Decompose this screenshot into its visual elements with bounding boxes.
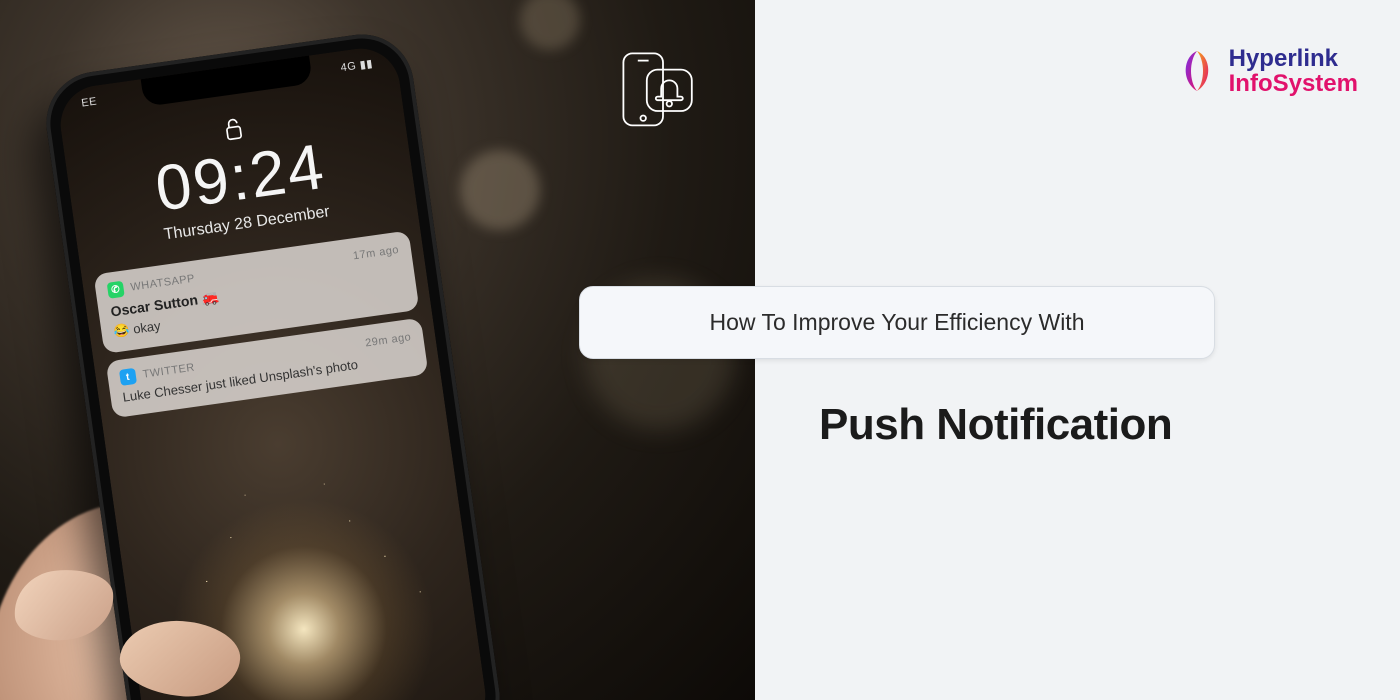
twitter-icon: t	[119, 368, 137, 386]
notification-time: 17m ago	[352, 244, 400, 262]
push-notification-icon	[609, 48, 699, 138]
brand-logo: Hyperlink InfoSystem	[1173, 46, 1358, 96]
phone-screen: EE 4G ▮▮ 09:24 Thursday 28 December ✆ WH…	[56, 44, 491, 700]
content-panel: Hyperlink InfoSystem How To Improve Your…	[755, 0, 1400, 700]
carrier-label: EE	[81, 96, 98, 111]
notification-app-name: TWITTER	[142, 362, 196, 381]
whatsapp-icon: ✆	[107, 281, 125, 299]
bokeh-light	[520, 0, 580, 50]
notification-list: ✆ WHATSAPP 17m ago Oscar Sutton 🚒 😂 okay…	[82, 229, 441, 420]
signal-label: 4G ▮▮	[340, 57, 374, 74]
logo-text-line1: Hyperlink	[1229, 46, 1358, 71]
headline: Push Notification	[819, 400, 1172, 450]
logo-mark-icon	[1173, 47, 1221, 95]
lock-icon	[222, 114, 245, 143]
subtitle-pill: How To Improve Your Efficiency With	[579, 286, 1215, 359]
logo-text-line2: InfoSystem	[1229, 71, 1358, 96]
notification-time: 29m ago	[364, 331, 412, 349]
bokeh-light	[460, 150, 540, 230]
notification-app-name: WHATSAPP	[130, 273, 196, 294]
phone-notch	[141, 56, 313, 107]
